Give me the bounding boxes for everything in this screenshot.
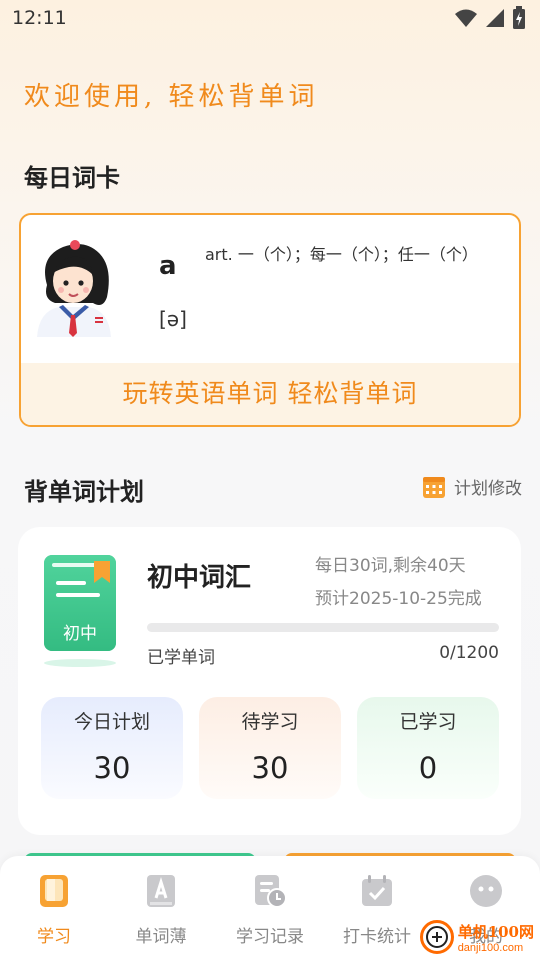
daily-word: a — [159, 251, 177, 281]
site-watermark: 单机100网 danji100.com — [419, 920, 534, 954]
plan-name: 初中词汇 — [147, 563, 252, 593]
pending-learn-stat[interactable]: 待学习 30 — [199, 697, 341, 799]
book-icon — [40, 875, 68, 907]
plan-daily-info: 每日30词,剩余40天 — [315, 556, 466, 576]
stat-label: 今日计划 — [73, 711, 150, 733]
bottom-tab-bar: 学习 单词薄 学习记录 打卡统计 我的 单机100网 danji100.com — [0, 856, 540, 960]
tab-label: 学习 — [37, 927, 71, 947]
calendar-icon — [423, 476, 445, 498]
learned-stat[interactable]: 已学习 0 — [357, 697, 499, 799]
stat-value: 30 — [93, 751, 131, 785]
watermark-main: 单机100网 — [457, 922, 534, 941]
tab-label: 单词薄 — [135, 927, 187, 947]
tab-wordbook[interactable]: 单词薄 — [111, 874, 211, 947]
watermark-text: 单机100网 danji100.com — [458, 921, 534, 954]
plan-section-title: 背单词计划 — [24, 478, 144, 506]
plan-edit-button[interactable]: 计划修改 — [422, 474, 522, 499]
daily-word-phonetic: [ə] — [159, 307, 187, 331]
stat-label: 待学习 — [241, 711, 299, 733]
plan-card[interactable]: 初中 初中词汇 每日30词,剩余40天 预计2025-10-25完成 已学单词 … — [18, 527, 521, 835]
battery-icon — [512, 6, 526, 34]
daily-card-title: 每日词卡 — [24, 164, 120, 192]
signal-icon — [484, 7, 506, 33]
status-bar: 12:11 — [0, 0, 540, 36]
watermark-sub: danji100.com — [457, 941, 524, 954]
vocabulary-book-icon — [44, 555, 116, 667]
stat-value: 30 — [251, 751, 289, 785]
plan-progress-bar — [147, 623, 499, 632]
plan-edit-label: 计划修改 — [454, 479, 522, 499]
daily-card-slogan: 玩转英语单词 轻松背单词 — [21, 363, 519, 425]
tab-checkin-stats[interactable]: 打卡统计 — [327, 874, 427, 947]
letter-a-icon — [147, 875, 175, 907]
stat-label: 已学习 — [399, 711, 457, 733]
welcome-text: 欢迎使用, 轻松背单词 — [24, 82, 319, 112]
tab-label: 打卡统计 — [343, 927, 411, 947]
record-icon — [255, 875, 287, 908]
status-icons — [454, 6, 526, 34]
book-level-label: 初中 — [63, 624, 97, 644]
status-time: 12:11 — [12, 7, 67, 29]
plan-eta: 预计2025-10-25完成 — [315, 589, 482, 609]
wifi-icon — [454, 7, 478, 33]
learned-words-count: 0/1200 — [439, 643, 499, 663]
tab-label: 学习记录 — [236, 927, 304, 947]
watermark-logo-icon — [419, 920, 454, 954]
tab-study[interactable]: 学习 — [4, 874, 104, 947]
girl-avatar-icon — [37, 240, 111, 337]
daily-word-meaning: art. 一（个）；每一（个）；任一（个） — [205, 245, 478, 264]
calendar-check-icon — [362, 875, 392, 906]
learned-words-label: 已学单词 — [147, 648, 215, 668]
stat-value: 0 — [418, 751, 438, 785]
tab-study-record[interactable]: 学习记录 — [220, 874, 320, 947]
face-icon — [470, 875, 502, 907]
today-plan-stat[interactable]: 今日计划 30 — [41, 697, 183, 799]
daily-word-card[interactable]: a art. 一（个）；每一（个）；任一（个） [ə] 玩转英语单词 轻松背单词 — [19, 213, 521, 427]
